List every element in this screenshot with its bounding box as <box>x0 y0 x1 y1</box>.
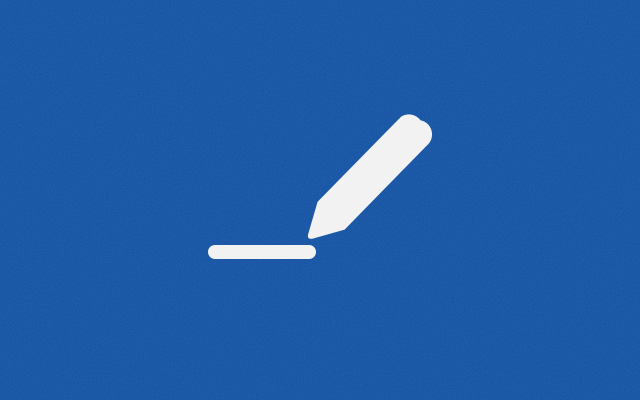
pencil-body <box>307 114 433 239</box>
background-canvas <box>0 0 640 400</box>
edit-pencil-icon <box>208 114 433 259</box>
